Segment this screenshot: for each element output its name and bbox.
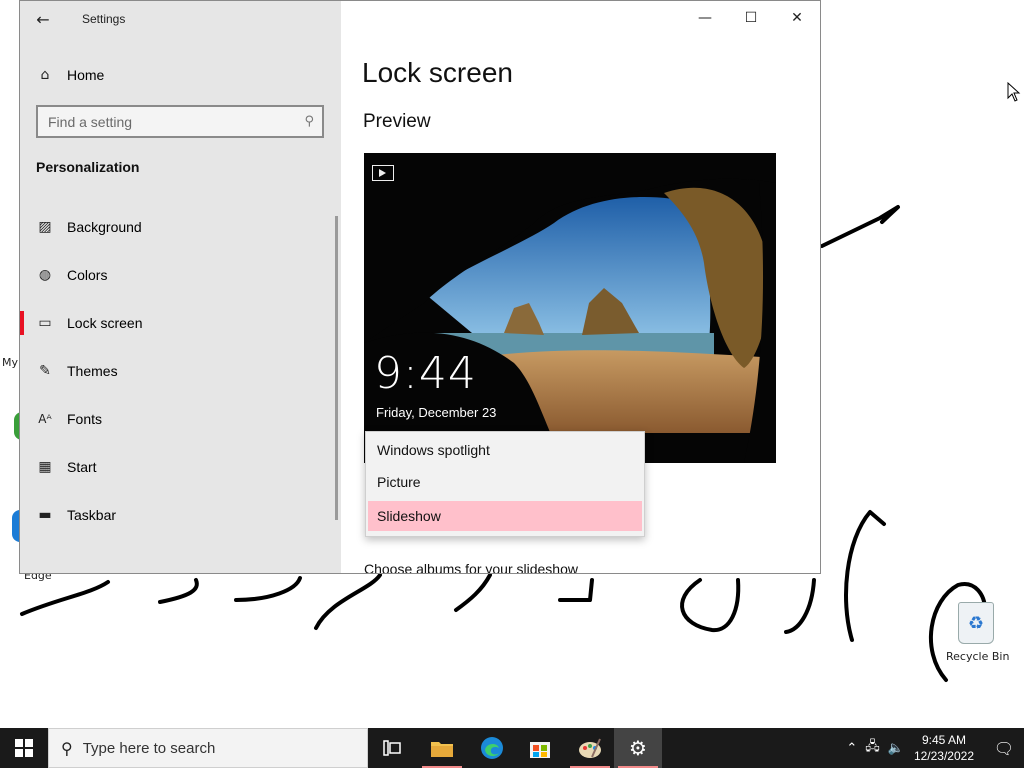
volume-icon[interactable]: 🔈: [888, 741, 904, 756]
dropdown-option-windows-spotlight[interactable]: Windows spotlight: [368, 435, 642, 465]
fonts-icon: Aᴬ: [38, 412, 52, 426]
search-icon: ⚲: [304, 114, 314, 129]
sidebar-item-themes[interactable]: ✎ Themes: [20, 349, 341, 393]
sidebar-scrollbar[interactable]: [335, 216, 338, 520]
sidebar-item-label: Start: [67, 459, 97, 475]
mouse-cursor-icon: [1007, 82, 1021, 102]
maximize-button[interactable]: ☐: [728, 1, 774, 35]
notification-center-button[interactable]: 🗨: [984, 728, 1024, 768]
find-setting-search[interactable]: Find a setting ⚲: [36, 105, 324, 138]
taskbar-clock[interactable]: 9:45 AM 12/23/2022: [914, 732, 974, 764]
settings-taskbar-button[interactable]: ⚙: [614, 728, 662, 768]
store-taskbar-button[interactable]: [516, 728, 564, 768]
taskbar-icon: ▬: [38, 507, 52, 523]
recycle-bin-icon: [958, 602, 994, 644]
close-icon: ✕: [791, 10, 803, 26]
system-tray: ⌃ 🖧 🔈 9:45 AM 12/23/2022 🗨: [842, 728, 1024, 768]
lock-screen-time: 9:44: [374, 348, 477, 399]
slideshow-icon: [372, 165, 394, 181]
sidebar-item-label: Fonts: [67, 411, 103, 427]
themes-icon: ✎: [39, 363, 51, 379]
title-bar: ← Settings: [20, 1, 341, 37]
sidebar-item-start[interactable]: ▦ Start: [20, 445, 341, 489]
task-view-icon: [383, 740, 401, 756]
sidebar-item-label: Themes: [67, 363, 118, 379]
sidebar-item-colors[interactable]: ◍ Colors: [20, 253, 341, 297]
task-view-button[interactable]: [368, 728, 416, 768]
palette-icon: ◍: [38, 267, 52, 283]
window-controls: — ☐ ✕: [682, 1, 820, 35]
start-icon: ▦: [38, 459, 52, 475]
lock-screen-date: Friday, December 23: [376, 405, 497, 420]
window-title: Settings: [82, 12, 126, 26]
sidebar-item-taskbar[interactable]: ▬ Taskbar: [20, 493, 341, 537]
section-title: Personalization: [36, 159, 140, 175]
lock-screen-page: — ☐ ✕ Lock screen Preview 9:44 Friday, D…: [341, 1, 820, 573]
folder-icon: [431, 742, 453, 757]
paint-palette-icon: [579, 738, 601, 758]
sidebar-item-home[interactable]: ⌂ Home: [20, 53, 341, 97]
search-icon: ⚲: [61, 738, 73, 758]
gear-icon: ⚙: [629, 736, 647, 760]
recycle-bin-shortcut[interactable]: Recycle Bin: [946, 602, 1010, 668]
recycle-bin-label: Recycle Bin: [946, 650, 1010, 663]
choose-albums-label: Choose albums for your slideshow: [364, 561, 578, 574]
sidebar-item-label: Background: [67, 219, 142, 235]
sidebar-item-label: Taskbar: [67, 507, 117, 523]
lock-screen-preview: 9:44 Friday, December 23: [364, 153, 776, 463]
sidebar-item-lock-screen[interactable]: ▭ Lock screen: [20, 301, 341, 345]
start-button[interactable]: [0, 728, 48, 768]
chevron-up-icon[interactable]: ⌃: [846, 741, 857, 756]
dropdown-option-picture[interactable]: Picture: [368, 467, 642, 497]
picture-icon: ▨: [38, 219, 52, 235]
edge-taskbar-button[interactable]: [468, 728, 516, 768]
back-arrow-icon: ←: [36, 9, 50, 29]
network-icon[interactable]: 🖧: [865, 737, 880, 759]
settings-sidebar: ← Settings ⌂ Home Find a setting ⚲ Perso…: [20, 1, 341, 573]
minimize-icon: —: [698, 10, 712, 26]
store-icon: [530, 742, 550, 758]
paint-taskbar-button[interactable]: [566, 728, 614, 768]
notification-icon: 🗨: [993, 738, 1015, 758]
sidebar-item-fonts[interactable]: Aᴬ Fonts: [20, 397, 341, 441]
dropdown-option-slideshow[interactable]: Slideshow: [368, 501, 642, 531]
taskbar-search-box[interactable]: ⚲ Type here to search: [48, 728, 368, 768]
file-explorer-button[interactable]: [418, 728, 466, 768]
taskbar: ⚲ Type here to search ⚙ ⌃ 🖧 🔈 9:45 AM 12…: [0, 728, 1024, 768]
taskbar-search-placeholder: Type here to search: [82, 739, 216, 757]
close-button[interactable]: ✕: [774, 1, 820, 35]
preview-heading: Preview: [363, 111, 431, 132]
sidebar-item-background[interactable]: ▨ Background: [20, 205, 341, 249]
minimize-button[interactable]: —: [682, 1, 728, 35]
desktop-icon-label-my: My: [2, 356, 19, 369]
lock-screen-icon: ▭: [38, 315, 52, 331]
page-title: Lock screen: [362, 57, 513, 88]
sidebar-item-label: Lock screen: [67, 315, 143, 331]
windows-logo-icon: [15, 739, 33, 757]
home-icon: ⌂: [40, 67, 50, 83]
background-dropdown-list[interactable]: Windows spotlight Picture Slideshow: [365, 431, 645, 537]
active-indicator: [20, 311, 24, 335]
taskbar-date: 12/23/2022: [913, 749, 974, 763]
settings-window: ← Settings ⌂ Home Find a setting ⚲ Perso…: [19, 0, 821, 574]
sidebar-item-label: Colors: [67, 267, 108, 283]
sidebar-item-label: Home: [67, 67, 105, 83]
taskbar-time: 9:45 AM: [921, 733, 966, 747]
search-placeholder: Find a setting: [48, 113, 133, 130]
edge-icon: [481, 737, 503, 759]
back-button[interactable]: ←: [20, 1, 66, 37]
maximize-icon: ☐: [744, 10, 758, 26]
